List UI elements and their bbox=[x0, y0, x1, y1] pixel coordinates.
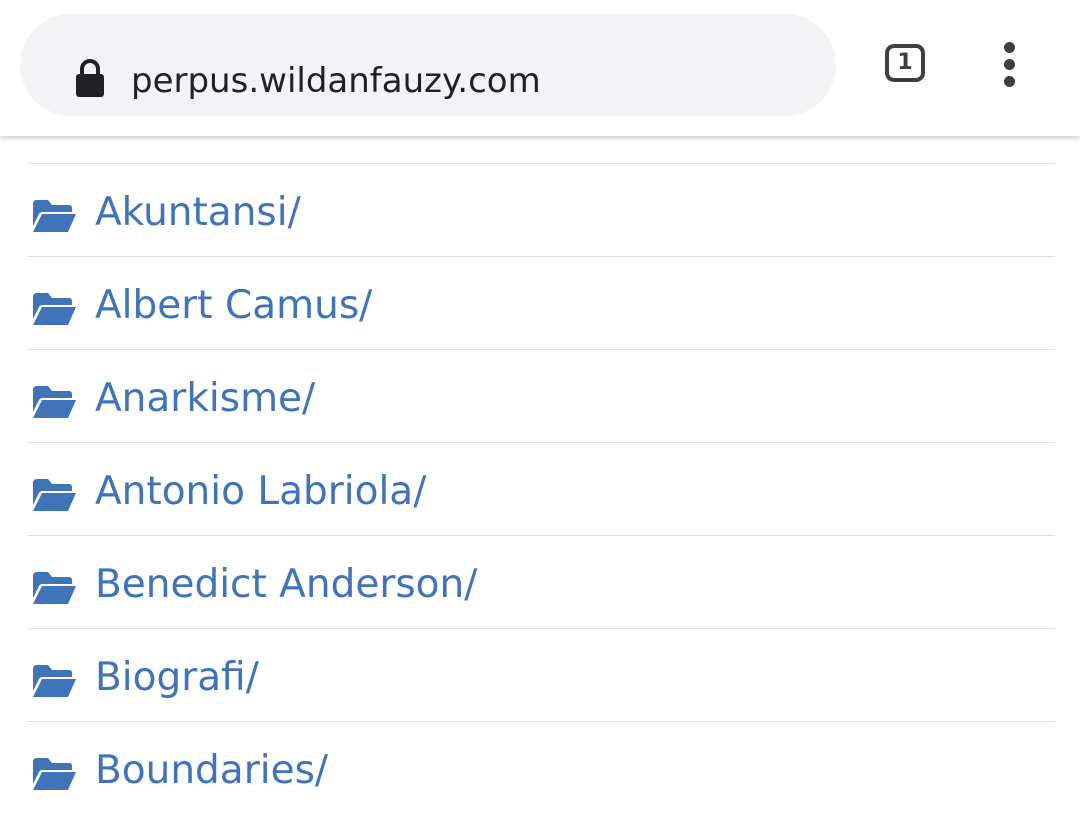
list-item[interactable]: Anarkisme/ bbox=[27, 349, 1055, 442]
list-item[interactable]: Biografi/ bbox=[27, 628, 1055, 721]
list-item[interactable]: Antonio Labriola/ bbox=[27, 442, 1055, 535]
more-vert-icon[interactable] bbox=[999, 42, 1019, 88]
folder-open-icon bbox=[33, 572, 76, 604]
list-item[interactable]: Albert Camus/ bbox=[27, 256, 1055, 349]
lock-icon bbox=[76, 59, 104, 97]
folder-link[interactable]: Akuntansi/ bbox=[95, 189, 301, 237]
folder-open-icon bbox=[33, 479, 76, 511]
folder-open-icon bbox=[33, 665, 76, 697]
folder-link[interactable]: Anarkisme/ bbox=[95, 375, 315, 423]
folder-link[interactable]: Benedict Anderson/ bbox=[95, 561, 477, 609]
list-item[interactable]: Akuntansi/ bbox=[27, 163, 1055, 256]
tab-switcher-button[interactable]: 1 bbox=[885, 44, 925, 82]
folder-link[interactable]: Boundaries/ bbox=[95, 747, 328, 795]
list-item[interactable]: Benedict Anderson/ bbox=[27, 535, 1055, 628]
folder-open-icon bbox=[33, 758, 76, 790]
folder-link[interactable]: Antonio Labriola/ bbox=[95, 468, 426, 516]
folder-link[interactable]: Albert Camus/ bbox=[95, 282, 372, 330]
browser-toolbar: perpus.wildanfauzy.com 1 bbox=[0, 0, 1080, 136]
list-item[interactable]: Boundaries/ bbox=[27, 721, 1055, 814]
folder-open-icon bbox=[33, 200, 76, 232]
url-text[interactable]: perpus.wildanfauzy.com bbox=[131, 59, 541, 103]
folder-open-icon bbox=[33, 293, 76, 325]
folder-open-icon bbox=[33, 386, 76, 418]
folder-link[interactable]: Biografi/ bbox=[95, 654, 259, 702]
address-bar[interactable]: perpus.wildanfauzy.com bbox=[20, 14, 836, 116]
